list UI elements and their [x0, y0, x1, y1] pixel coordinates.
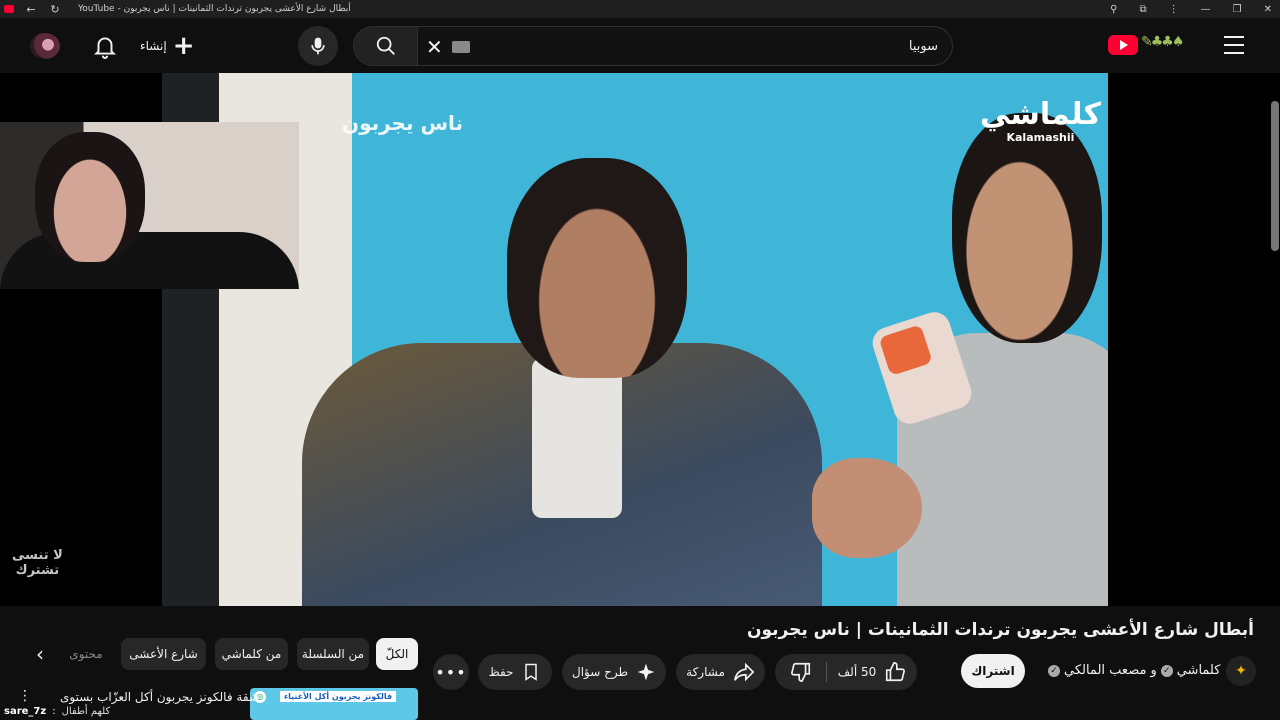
- channel-avatar[interactable]: ✦: [1226, 656, 1256, 686]
- browser-menu-icon[interactable]: ⋮: [1169, 4, 1179, 15]
- chat-text: كلهم أطفال: [61, 705, 111, 717]
- chat-message: sare_7z : كلهم أطفال: [4, 705, 111, 717]
- zoom-icon[interactable]: ⚲: [1110, 4, 1117, 15]
- verified-icon: ✓: [1160, 664, 1173, 677]
- search-input[interactable]: [498, 35, 938, 57]
- video-title: أبطال شارع الأعشى يجربون ترندات الثمانين…: [746, 620, 1254, 640]
- voice-search-button[interactable]: [298, 26, 338, 66]
- share-icon: [733, 662, 755, 682]
- verified-icon: ✓: [1048, 664, 1060, 677]
- browser-titlebar: ← ↻ YouTube - أبطال شارع الأعشى يجربون ت…: [0, 0, 1280, 18]
- chip-all[interactable]: الكلّ: [376, 638, 418, 670]
- more-actions-button[interactable]: •••: [433, 654, 469, 690]
- video-frame[interactable]: ناس يجربون كلماشي Kalamashii: [162, 73, 1108, 606]
- subscribe-button[interactable]: اشتراك: [961, 654, 1025, 688]
- chat-username: sare_7z: [4, 705, 47, 717]
- more-dots-icon: •••: [435, 662, 467, 682]
- create-button[interactable]: إنشاء +: [140, 30, 194, 62]
- create-label: إنشاء: [140, 39, 167, 53]
- microphone-icon: [311, 37, 325, 55]
- bookmark-icon: [525, 663, 538, 681]
- reload-icon[interactable]: ↻: [48, 3, 62, 16]
- like-button[interactable]: 50 ألف: [827, 654, 917, 690]
- doodle-logo-icon[interactable]: ✎♣♣♠: [1141, 34, 1184, 50]
- clear-search-icon[interactable]: ✕: [426, 35, 443, 59]
- channel-name-1[interactable]: كلماشي: [1177, 663, 1221, 678]
- chip-topic[interactable]: شارع الأعشى: [121, 638, 206, 670]
- keyboard-icon[interactable]: [452, 41, 470, 53]
- notifications-bell-icon[interactable]: [92, 33, 118, 59]
- masthead: إنشاء + ✕ ✎♣♣♠: [0, 18, 1280, 73]
- streamer-webcam-overlay: [0, 122, 299, 289]
- ask-button[interactable]: طرح سؤال: [562, 654, 666, 690]
- thumbs-down-icon: [790, 662, 810, 682]
- sparkle-icon: [637, 663, 655, 681]
- minimize-icon[interactable]: —: [1201, 4, 1211, 15]
- dislike-button[interactable]: [775, 654, 826, 690]
- youtube-favicon-icon: [4, 5, 14, 13]
- like-count: 50 ألف: [837, 665, 877, 679]
- video-overlay-text: ناس يجربون: [342, 111, 464, 135]
- search-icon: [376, 36, 395, 55]
- share-button[interactable]: مشاركة: [676, 654, 765, 690]
- search-box: ✕: [353, 26, 953, 66]
- subscribe-reminder: لا تنسى تشترك: [12, 548, 63, 578]
- close-window-icon[interactable]: ✕: [1264, 4, 1272, 15]
- like-dislike-group: 50 ألف: [775, 654, 917, 690]
- maximize-icon[interactable]: ❐: [1233, 4, 1242, 15]
- channel-joiner: و: [1150, 663, 1157, 678]
- channel-watermark: كلماشي Kalamashii: [980, 97, 1101, 145]
- guide-menu-icon[interactable]: [1224, 36, 1244, 54]
- chip-from-channel[interactable]: من كلماشي: [215, 638, 288, 670]
- extensions-icon[interactable]: ⧉: [1140, 4, 1147, 15]
- youtube-logo-icon[interactable]: [1108, 35, 1138, 55]
- plus-icon: +: [172, 31, 195, 61]
- search-button[interactable]: [354, 27, 418, 65]
- video-player[interactable]: ناس يجربون كلماشي Kalamashii لا تنسى تشت…: [0, 73, 1280, 606]
- tab-title: YouTube - أبطال شارع الأعشى يجربون ترندا…: [78, 4, 351, 14]
- chevron-left-icon[interactable]: ‹: [26, 640, 54, 668]
- thumbs-up-icon: [886, 662, 906, 682]
- channel-name-2[interactable]: مصعب المالكي: [1064, 663, 1146, 678]
- channel-names[interactable]: كلماشي ✓ و مصعب المالكي ✓: [1048, 663, 1220, 678]
- back-arrow-icon[interactable]: ←: [24, 3, 38, 16]
- chip-content[interactable]: محتوى: [62, 638, 110, 670]
- chip-from-series[interactable]: من السلسلة: [297, 638, 369, 670]
- account-avatar[interactable]: [30, 33, 60, 59]
- page-scrollbar[interactable]: [1271, 101, 1279, 251]
- save-button[interactable]: حفظ: [478, 654, 552, 690]
